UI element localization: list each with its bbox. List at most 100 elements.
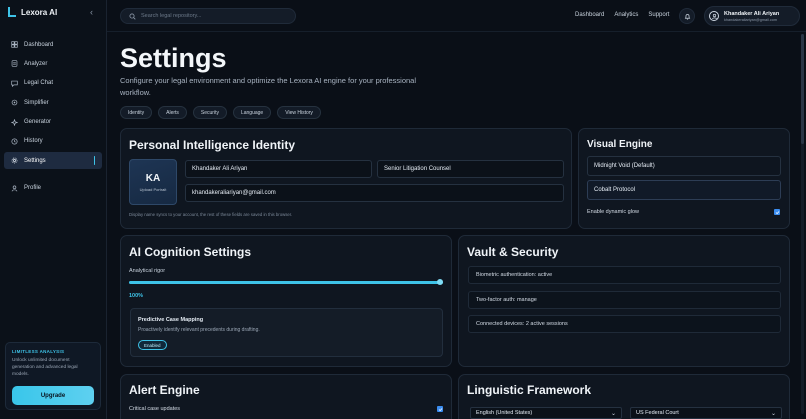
jurisdiction-value: US Federal Court <box>636 410 679 416</box>
logo-icon <box>8 7 16 17</box>
sidebar-item-label: Dashboard <box>24 41 54 48</box>
analytical-rigor-slider[interactable] <box>129 279 443 285</box>
jurisdiction-select[interactable]: US Federal Court ⌄ <box>630 407 782 419</box>
slider-value: 100% <box>129 293 144 299</box>
identity-title: Personal Intelligence Identity <box>129 138 296 152</box>
connected-devices-row[interactable]: Connected devices: 2 active sessions <box>468 315 781 333</box>
sidebar-item-analyzer[interactable]: Analyzer <box>4 55 102 72</box>
section-chips: Identity Alerts Security Language View H… <box>120 106 321 119</box>
user-info: Khandaker Ali Ariyan khandakeraliariyan@… <box>724 11 779 22</box>
sidebar-item-dashboard[interactable]: Dashboard <box>4 36 102 53</box>
search-box[interactable] <box>120 8 296 24</box>
chat-icon <box>11 80 18 87</box>
page-subtitle: Configure your legal environment and opt… <box>120 76 417 97</box>
feature-title: Predictive Case Mapping <box>138 317 204 323</box>
check-icon <box>438 407 442 411</box>
dynamic-glow-label: Enable dynamic glow <box>587 209 639 215</box>
gear-icon <box>11 157 18 164</box>
chip-view-history[interactable]: View History <box>277 106 321 119</box>
search-icon <box>129 12 136 20</box>
sidebar-nav: Dashboard Analyzer Legal Chat Simplifier… <box>4 36 102 199</box>
sidebar-item-label: Profile <box>24 185 42 192</box>
simplifier-icon <box>11 99 18 106</box>
generator-icon <box>11 118 18 126</box>
upgrade-promo: LIMITLESS ANALYSIS Unlock unlimited docu… <box>5 342 101 410</box>
visual-engine-card: Visual Engine Midnight Void (Default) Co… <box>578 128 790 229</box>
avatar-initials: KA <box>145 172 161 184</box>
critical-updates-label: Critical case updates <box>129 406 181 412</box>
sidebar-item-label: Generator <box>24 119 52 126</box>
sidebar: Lexora AI ‹ Dashboard Analyzer Legal Cha… <box>0 0 107 419</box>
promo-text: Unlock unlimited document generation and… <box>12 358 78 377</box>
alert-engine-title: Alert Engine <box>129 383 200 397</box>
identity-card: Personal Intelligence Identity KA Upload… <box>120 128 572 229</box>
sidebar-item-simplifier[interactable]: Simplifier <box>4 94 102 111</box>
top-link-dashboard[interactable]: Dashboard <box>575 12 604 18</box>
page-title: Settings <box>120 43 227 73</box>
notifications-button[interactable] <box>679 8 695 24</box>
bell-icon <box>684 13 690 20</box>
slider-thumb[interactable] <box>437 279 443 285</box>
name-field[interactable]: Khandaker Ali Ariyan <box>185 160 372 178</box>
upload-portrait-label: Upload Portrait <box>139 186 167 192</box>
collapse-sidebar-icon[interactable]: ‹ <box>90 7 93 17</box>
user-icon <box>11 185 18 192</box>
topbar: Dashboard Analytics Support Khandaker Al… <box>107 0 806 32</box>
user-icon <box>711 13 717 19</box>
check-icon <box>775 210 779 214</box>
sidebar-item-settings[interactable]: Settings <box>4 152 102 170</box>
sidebar-divider <box>4 172 102 180</box>
vault-security-card: Vault & Security Biometric authenticatio… <box>458 235 790 367</box>
visual-engine-title: Visual Engine <box>587 139 653 150</box>
sidebar-item-label: Analyzer <box>24 60 48 67</box>
analyzer-icon <box>11 60 18 68</box>
enabled-badge[interactable]: Enabled <box>138 340 167 350</box>
upgrade-button[interactable]: Upgrade <box>12 386 94 405</box>
biometric-auth-row[interactable]: Biometric authentication: active <box>468 266 781 284</box>
dashboard-icon <box>11 41 18 48</box>
page-scrollbar[interactable] <box>801 34 804 414</box>
ai-cognition-title: AI Cognition Settings <box>129 245 251 259</box>
top-link-analytics[interactable]: Analytics <box>614 12 638 18</box>
chevron-down-icon: ⌄ <box>610 410 616 417</box>
scrollbar-thumb[interactable] <box>801 34 804 144</box>
sidebar-item-legal-chat[interactable]: Legal Chat <box>4 75 102 92</box>
portrait-upload[interactable]: KA Upload Portrait <box>129 159 177 205</box>
chip-identity[interactable]: Identity <box>120 106 153 119</box>
top-link-support[interactable]: Support <box>648 12 669 18</box>
dynamic-glow-checkbox[interactable] <box>774 209 780 215</box>
predictive-case-mapping-panel: Predictive Case Mapping Proactively iden… <box>130 308 443 357</box>
chevron-down-icon: ⌄ <box>770 410 776 417</box>
language-select[interactable]: English (United States) ⌄ <box>470 407 622 419</box>
identity-note: Display name syncs to your account, the … <box>129 212 293 217</box>
vault-security-title: Vault & Security <box>467 245 559 259</box>
sidebar-item-generator[interactable]: Generator <box>4 114 102 131</box>
brand[interactable]: Lexora AI <box>8 7 57 17</box>
linguistic-framework-title: Linguistic Framework <box>467 383 592 397</box>
analytical-rigor-label: Analytical rigor <box>129 268 166 274</box>
role-field[interactable]: Senior Litigation Counsel <box>377 160 564 178</box>
two-factor-auth-row[interactable]: Two-factor auth: manage <box>468 291 781 309</box>
history-icon <box>11 138 18 145</box>
critical-updates-checkbox[interactable] <box>437 406 443 412</box>
sidebar-item-label: Simplifier <box>24 99 49 106</box>
slider-fill <box>129 281 443 284</box>
linguistic-framework-card: Linguistic Framework English (United Sta… <box>458 374 790 419</box>
sidebar-item-profile[interactable]: Profile <box>4 180 102 197</box>
theme-option-midnight-void[interactable]: Midnight Void (Default) <box>587 156 781 176</box>
language-value: English (United States) <box>476 410 533 416</box>
sidebar-item-label: Legal Chat <box>24 80 54 87</box>
promo-title: LIMITLESS ANALYSIS <box>12 349 65 354</box>
search-input[interactable] <box>141 13 291 19</box>
feature-description: Proactively identify relevant precedents… <box>138 327 260 333</box>
chip-security[interactable]: Security <box>192 106 227 119</box>
chip-alerts[interactable]: Alerts <box>158 106 187 119</box>
top-nav: Dashboard Analytics Support <box>575 12 669 18</box>
brand-name: Lexora AI <box>21 7 58 17</box>
email-field[interactable]: khandakeraliariyan@gmail.com <box>185 184 564 202</box>
sidebar-item-history[interactable]: History <box>4 133 102 150</box>
user-menu[interactable]: Khandaker Ali Ariyan khandakeraliariyan@… <box>704 6 800 26</box>
theme-option-cobalt-protocol[interactable]: Cobalt Protocol <box>587 180 781 200</box>
chip-language[interactable]: Language <box>232 106 272 119</box>
user-name: Khandaker Ali Ariyan <box>724 10 780 17</box>
